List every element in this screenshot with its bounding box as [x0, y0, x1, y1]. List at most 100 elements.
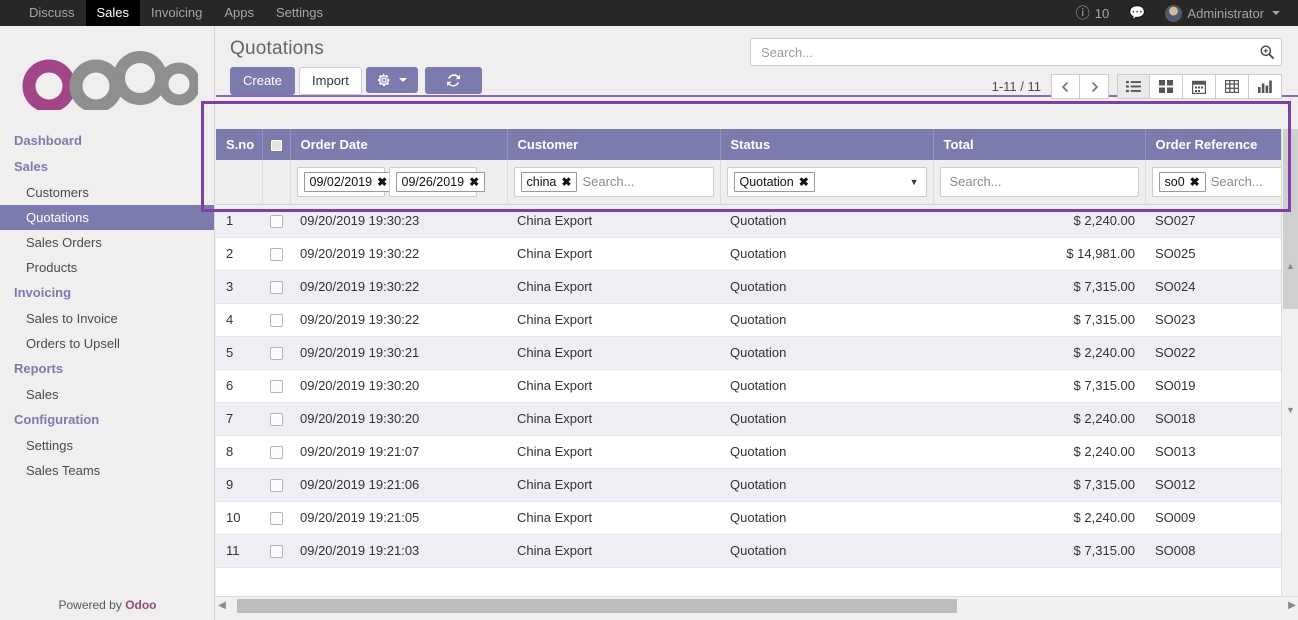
- search-magnifier-icon[interactable]: [1259, 44, 1275, 60]
- import-button[interactable]: Import: [299, 67, 362, 95]
- nav-item-invoicing[interactable]: Invoicing: [140, 0, 213, 26]
- order-reference-filter-input[interactable]: [1209, 173, 1281, 190]
- cell-select[interactable]: [262, 369, 290, 402]
- horizontal-scrollbar-thumb[interactable]: [237, 599, 957, 613]
- row-checkbox[interactable]: [270, 413, 283, 426]
- column-header-status[interactable]: Status: [720, 129, 933, 160]
- vertical-scrollbar-thumb[interactable]: [1283, 129, 1298, 309]
- odoo-logo[interactable]: [0, 26, 214, 128]
- cell-select[interactable]: [262, 303, 290, 336]
- remove-x-icon[interactable]: ✖: [561, 175, 571, 189]
- scroll-up-arrow-icon[interactable]: ▲: [1286, 261, 1295, 271]
- row-checkbox[interactable]: [270, 281, 283, 294]
- status-filter-tag[interactable]: Quotation ✖: [734, 172, 815, 192]
- scroll-left-arrow-icon[interactable]: ◀: [216, 600, 228, 611]
- pager-next-button[interactable]: [1080, 74, 1109, 99]
- table-row[interactable]: 309/20/2019 19:30:22China ExportQuotatio…: [216, 270, 1291, 303]
- view-switch-list[interactable]: [1117, 74, 1150, 99]
- view-switch-pivot[interactable]: [1216, 74, 1249, 99]
- remove-x-icon[interactable]: ✖: [1190, 175, 1200, 189]
- nav-item-apps[interactable]: Apps: [213, 0, 265, 26]
- pager-previous-button[interactable]: [1051, 74, 1080, 99]
- column-header-select-all[interactable]: [262, 129, 290, 160]
- cell-select[interactable]: [262, 270, 290, 303]
- status-filter-select[interactable]: Quotation ✖ ▼: [727, 167, 927, 197]
- order-date-to-tag[interactable]: 09/26/2019 ✖: [396, 172, 486, 192]
- table-row[interactable]: 1009/20/2019 19:21:05China ExportQuotati…: [216, 501, 1291, 534]
- sidebar-item-products[interactable]: Products: [0, 255, 214, 280]
- action-menu-button[interactable]: [366, 67, 418, 93]
- view-switch-graph[interactable]: [1249, 74, 1282, 99]
- sidebar-item-sales-to-invoice[interactable]: Sales to Invoice: [0, 306, 214, 331]
- table-row[interactable]: 709/20/2019 19:30:20China ExportQuotatio…: [216, 402, 1291, 435]
- row-checkbox[interactable]: [270, 512, 283, 525]
- horizontal-scrollbar[interactable]: ◀ ▶: [216, 596, 1298, 614]
- remove-x-icon[interactable]: ✖: [799, 175, 809, 189]
- sidebar-item-orders-to-upsell[interactable]: Orders to Upsell: [0, 331, 214, 356]
- sidebar-section-dashboard[interactable]: Dashboard: [0, 128, 214, 154]
- table-row[interactable]: 909/20/2019 19:21:06China ExportQuotatio…: [216, 468, 1291, 501]
- mentions-indicator[interactable]: ⓘ 10: [1068, 0, 1117, 26]
- cell-select[interactable]: [262, 237, 290, 270]
- nav-item-sales[interactable]: Sales: [86, 0, 141, 26]
- column-header-order-reference[interactable]: Order Reference: [1145, 129, 1291, 160]
- column-header-order-date[interactable]: Order Date: [290, 129, 507, 160]
- order-reference-filter-tag[interactable]: so0 ✖: [1159, 172, 1206, 192]
- cell-select[interactable]: [262, 435, 290, 468]
- sidebar-item-sales-teams[interactable]: Sales Teams: [0, 458, 214, 483]
- table-row[interactable]: 809/20/2019 19:21:07China ExportQuotatio…: [216, 435, 1291, 468]
- sidebar-item-sales-orders[interactable]: Sales Orders: [0, 230, 214, 255]
- caret-down-icon[interactable]: ▼: [910, 177, 919, 187]
- customer-filter-input[interactable]: [580, 173, 709, 190]
- create-button[interactable]: Create: [230, 67, 295, 95]
- table-row[interactable]: 209/20/2019 19:30:22China ExportQuotatio…: [216, 237, 1291, 270]
- customer-filter-tag[interactable]: china ✖: [521, 172, 578, 192]
- row-checkbox[interactable]: [270, 545, 283, 558]
- total-filter-input[interactable]: [944, 173, 1135, 190]
- column-header-customer[interactable]: Customer: [507, 129, 720, 160]
- order-date-from-field[interactable]: 09/02/2019 ✖: [297, 167, 385, 197]
- odoo-brand-link[interactable]: Odoo: [125, 598, 156, 612]
- row-checkbox[interactable]: [270, 347, 283, 360]
- scroll-right-arrow-icon[interactable]: ▶: [1286, 600, 1298, 611]
- row-checkbox[interactable]: [270, 446, 283, 459]
- table-row[interactable]: 509/20/2019 19:30:21China ExportQuotatio…: [216, 336, 1291, 369]
- horizontal-scrollbar-track[interactable]: [228, 597, 1286, 615]
- table-row[interactable]: 409/20/2019 19:30:22China ExportQuotatio…: [216, 303, 1291, 336]
- view-switch-calendar[interactable]: [1183, 74, 1216, 99]
- vertical-scrollbar[interactable]: ▲ ▼: [1281, 129, 1298, 597]
- user-menu[interactable]: Administrator: [1157, 0, 1288, 26]
- sidebar-item-sales-report[interactable]: Sales: [0, 382, 214, 407]
- column-header-total[interactable]: Total: [933, 129, 1145, 160]
- remove-x-icon[interactable]: ✖: [377, 175, 387, 189]
- sidebar-item-customers[interactable]: Customers: [0, 180, 214, 205]
- view-switch-kanban[interactable]: [1150, 74, 1183, 99]
- search-input[interactable]: [759, 44, 1273, 61]
- table-row[interactable]: 609/20/2019 19:30:20China ExportQuotatio…: [216, 369, 1291, 402]
- order-date-from-tag[interactable]: 09/02/2019 ✖: [304, 172, 394, 192]
- refresh-button[interactable]: [425, 67, 482, 94]
- messages-button[interactable]: 💬: [1121, 0, 1153, 26]
- cell-select[interactable]: [262, 468, 290, 501]
- table-row[interactable]: 1109/20/2019 19:21:03China ExportQuotati…: [216, 534, 1291, 567]
- row-checkbox[interactable]: [270, 479, 283, 492]
- sidebar-item-quotations[interactable]: Quotations: [0, 205, 214, 230]
- nav-item-settings[interactable]: Settings: [265, 0, 334, 26]
- row-checkbox[interactable]: [270, 215, 283, 228]
- select-all-checkbox[interactable]: [270, 139, 283, 152]
- cell-select[interactable]: [262, 501, 290, 534]
- sidebar-item-settings[interactable]: Settings: [0, 433, 214, 458]
- order-reference-filter[interactable]: so0 ✖: [1152, 167, 1286, 197]
- remove-x-icon[interactable]: ✖: [469, 175, 479, 189]
- cell-select[interactable]: [262, 402, 290, 435]
- row-checkbox[interactable]: [270, 248, 283, 261]
- row-checkbox[interactable]: [270, 314, 283, 327]
- total-filter[interactable]: [940, 167, 1139, 197]
- customer-filter[interactable]: china ✖: [514, 167, 714, 197]
- scroll-down-arrow-icon[interactable]: ▼: [1286, 405, 1295, 415]
- search-box[interactable]: [750, 38, 1282, 66]
- nav-item-discuss[interactable]: Discuss: [18, 0, 86, 26]
- column-header-sno[interactable]: S.no: [216, 129, 262, 160]
- table-row[interactable]: 109/20/2019 19:30:23China ExportQuotatio…: [216, 204, 1291, 237]
- cell-select[interactable]: [262, 534, 290, 567]
